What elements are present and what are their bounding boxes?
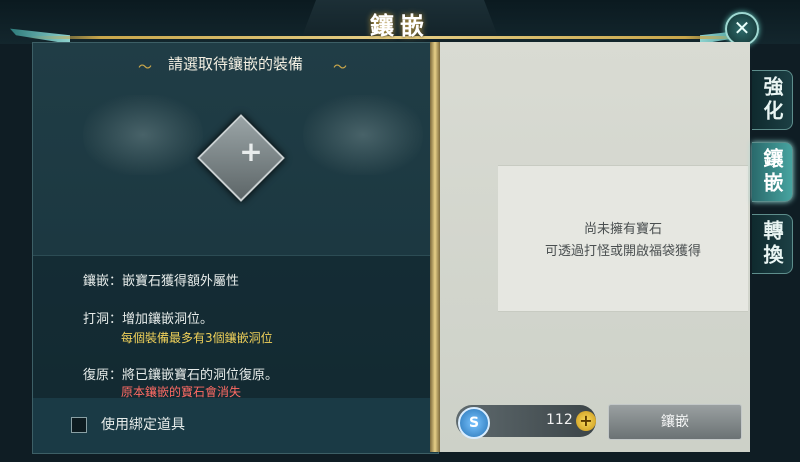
embed-button[interactable]: 鑲嵌 (608, 404, 742, 440)
currency-amount: 112 (546, 412, 573, 428)
swirl-right-icon: 〜 (333, 60, 347, 76)
embed-info: 鑲嵌：嵌寶石獲得額外屬性 (83, 274, 240, 289)
tab-enhance[interactable]: 強化 (752, 70, 793, 130)
gem-source-hint: 可透過打怪或開啟福袋獲得 (544, 244, 701, 259)
use-bound-items-label[interactable]: 使用綁定道具 (101, 414, 185, 434)
cloud-right-decoration (303, 95, 423, 175)
punch-note: 每個裝備最多有3個鑲嵌洞位 (121, 331, 273, 345)
info-box: 鑲嵌：嵌寶石獲得額外屬性 打洞：增加鑲嵌洞位。 每個裝備最多有3個鑲嵌洞位 復原… (33, 255, 438, 399)
gem-panel: 尚未擁有寶石 可透過打怪或開啟福袋獲得 S 112 + 鑲嵌 (440, 42, 750, 452)
cloud-left-decoration (83, 95, 203, 175)
close-button[interactable]: ✕ (725, 12, 759, 46)
plus-icon[interactable]: + (210, 135, 292, 175)
currency-bar: S 112 + (456, 405, 596, 439)
page-title: 鑲嵌 (370, 11, 430, 40)
panel-divider (430, 42, 440, 452)
close-icon: ✕ (733, 16, 751, 40)
select-equipment-prompt: 請選取待鑲嵌的裝備 (167, 55, 303, 73)
use-bound-items-checkbox[interactable] (71, 417, 87, 433)
equipment-panel: 〜 請選取待鑲嵌的裝備 〜 + 鑲嵌：嵌寶石獲得額外屬性 打洞：增加鑲嵌洞位。 … (32, 42, 439, 454)
silver-coin-icon: S (458, 407, 490, 439)
punch-info: 打洞：增加鑲嵌洞位。 (83, 312, 214, 327)
add-currency-button[interactable]: + (576, 411, 596, 431)
bottom-bar: 使用綁定道具 (33, 398, 438, 453)
empty-gem-card: 尚未擁有寶石 可透過打怪或開啟福袋獲得 (498, 165, 748, 312)
tab-convert[interactable]: 轉換 (752, 214, 793, 274)
restore-info: 復原：將已鑲嵌寶石的洞位復原。 (83, 368, 279, 383)
tab-embed[interactable]: 鑲嵌 (752, 142, 793, 202)
no-gems-message: 尚未擁有寶石 (583, 222, 662, 237)
